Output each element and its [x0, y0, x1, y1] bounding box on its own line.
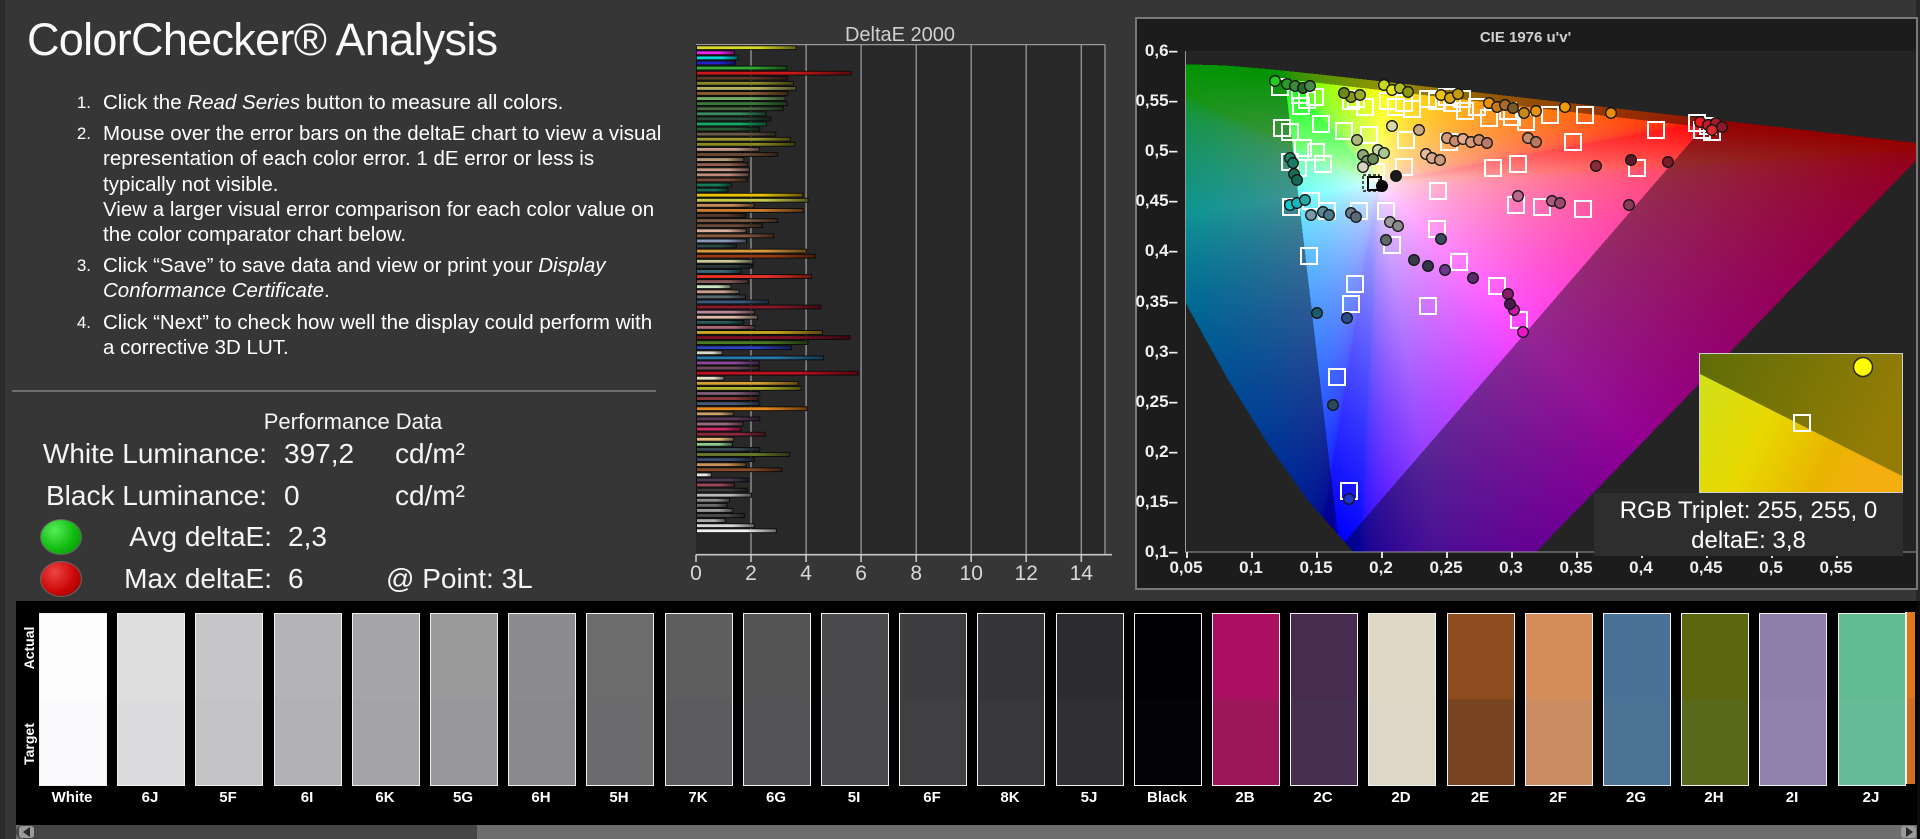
svg-text:6: 6	[855, 562, 867, 585]
svg-text:12: 12	[1015, 562, 1038, 585]
svg-text:14: 14	[1070, 562, 1094, 585]
svg-text:2: 2	[745, 562, 757, 585]
svg-text:0: 0	[690, 562, 702, 585]
svg-text:8: 8	[910, 562, 922, 585]
svg-text:4: 4	[800, 562, 812, 585]
svg-text:10: 10	[960, 562, 983, 585]
svg-text:DeltaE 2000: DeltaE 2000	[845, 24, 955, 46]
